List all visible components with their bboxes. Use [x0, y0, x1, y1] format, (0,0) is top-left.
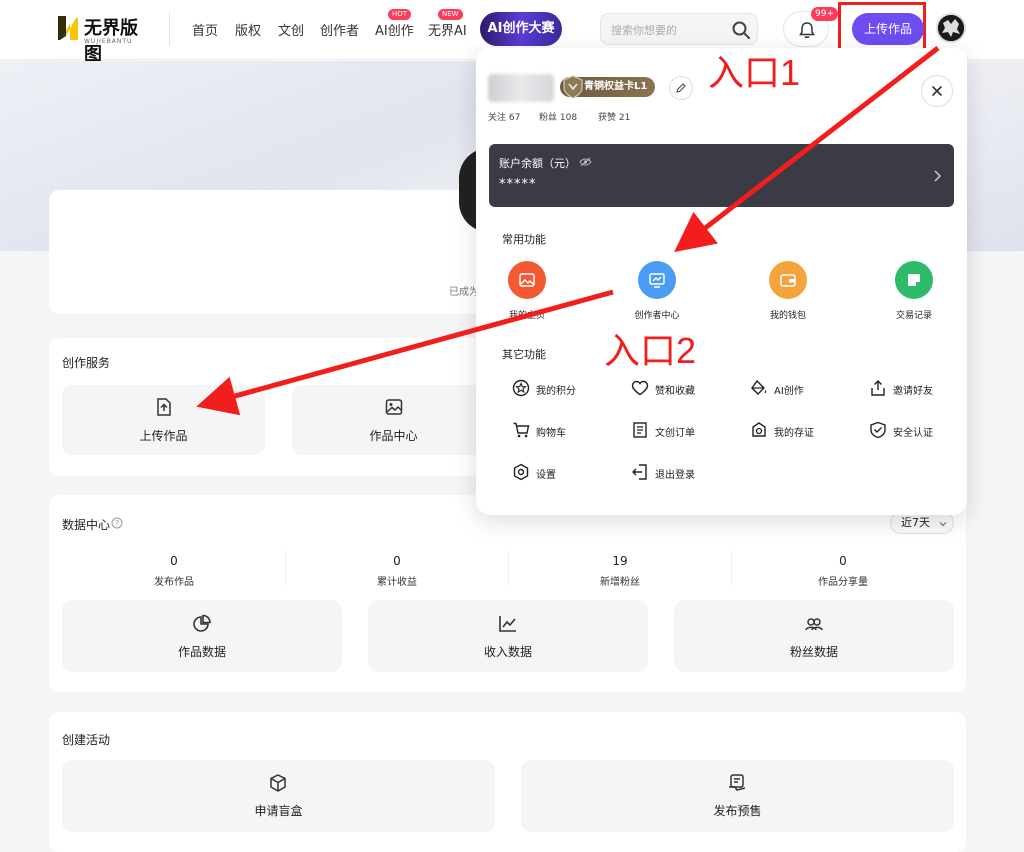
annotation-arrows — [196, 46, 940, 416]
annotation-entry-2: 入口2 — [604, 330, 697, 371]
annotation-entry-1: 入口1 — [708, 52, 801, 93]
arrow-to-upload-tile — [196, 289, 614, 416]
